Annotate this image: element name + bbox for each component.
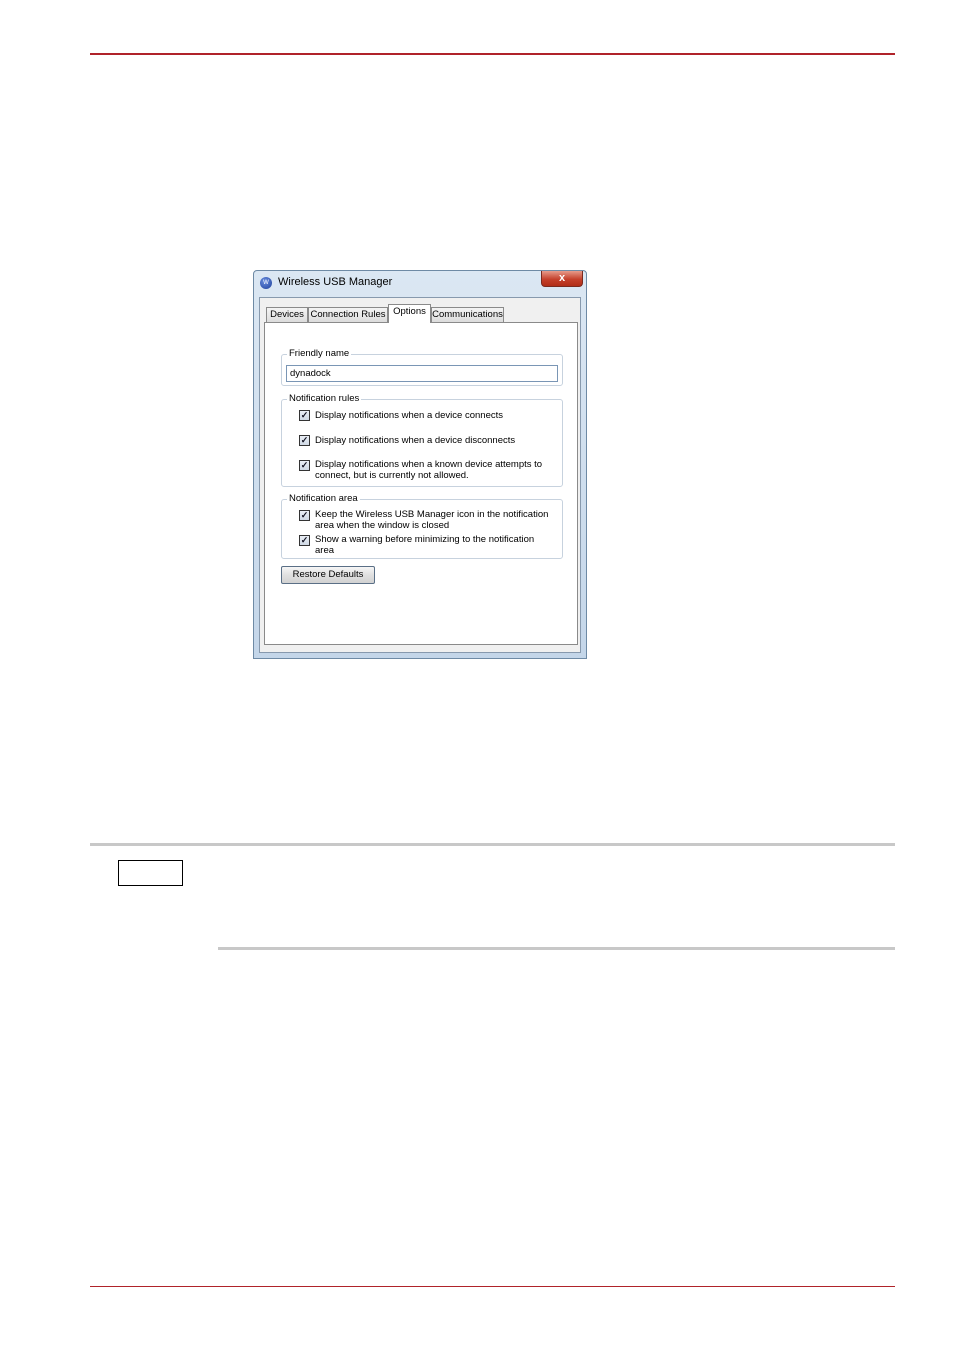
notify-connect-label: Display notifications when a device conn… [315,410,503,421]
notification-area-group: Notification area ✓ Keep the Wireless US… [281,493,563,559]
window-title: Wireless USB Manager [278,276,393,288]
header-rule [90,53,895,55]
notification-area-label: Notification area [287,493,360,504]
close-button[interactable]: x [541,271,583,287]
notify-not-allowed-checkbox[interactable]: ✓ [299,460,310,471]
friendly-name-group: Friendly name [281,348,563,386]
notification-rules-group: Notification rules ✓ Display notificatio… [281,393,563,487]
tab-devices[interactable]: Devices [266,307,308,322]
notify-connect-checkbox[interactable]: ✓ [299,410,310,421]
notify-disconnect-checkbox[interactable]: ✓ [299,435,310,446]
tab-connection-rules[interactable]: Connection Rules [308,307,388,322]
tab-communications[interactable]: Communications [431,307,504,322]
note-icon-box [118,860,183,886]
note-bottom-rule [218,947,895,950]
notify-not-allowed-label: Display notifications when a known devic… [315,459,543,481]
restore-defaults-button[interactable]: Restore Defaults [281,566,375,584]
options-panel: Friendly name Notification rules ✓ Displ… [264,322,578,645]
friendly-name-label: Friendly name [287,348,352,359]
tab-options[interactable]: Options [388,304,431,323]
wireless-usb-icon: W [260,277,272,289]
friendly-name-input[interactable] [286,365,558,382]
notify-disconnect-label: Display notifications when a device disc… [315,435,516,446]
footer-rule [90,1286,895,1287]
window-client-area: Devices Connection Rules Options Communi… [259,297,581,653]
notification-rules-label: Notification rules [287,393,362,404]
keep-tray-icon-label: Keep the Wireless USB Manager icon in th… [315,509,549,531]
minimize-warning-label: Show a warning before minimizing to the … [315,534,535,556]
note-top-rule [90,843,895,846]
keep-tray-icon-checkbox[interactable]: ✓ [299,510,310,521]
title-bar[interactable]: W Wireless USB Manager x [254,271,586,297]
wireless-usb-manager-window: W Wireless USB Manager x Devices Connect… [253,270,587,659]
minimize-warning-checkbox[interactable]: ✓ [299,535,310,546]
